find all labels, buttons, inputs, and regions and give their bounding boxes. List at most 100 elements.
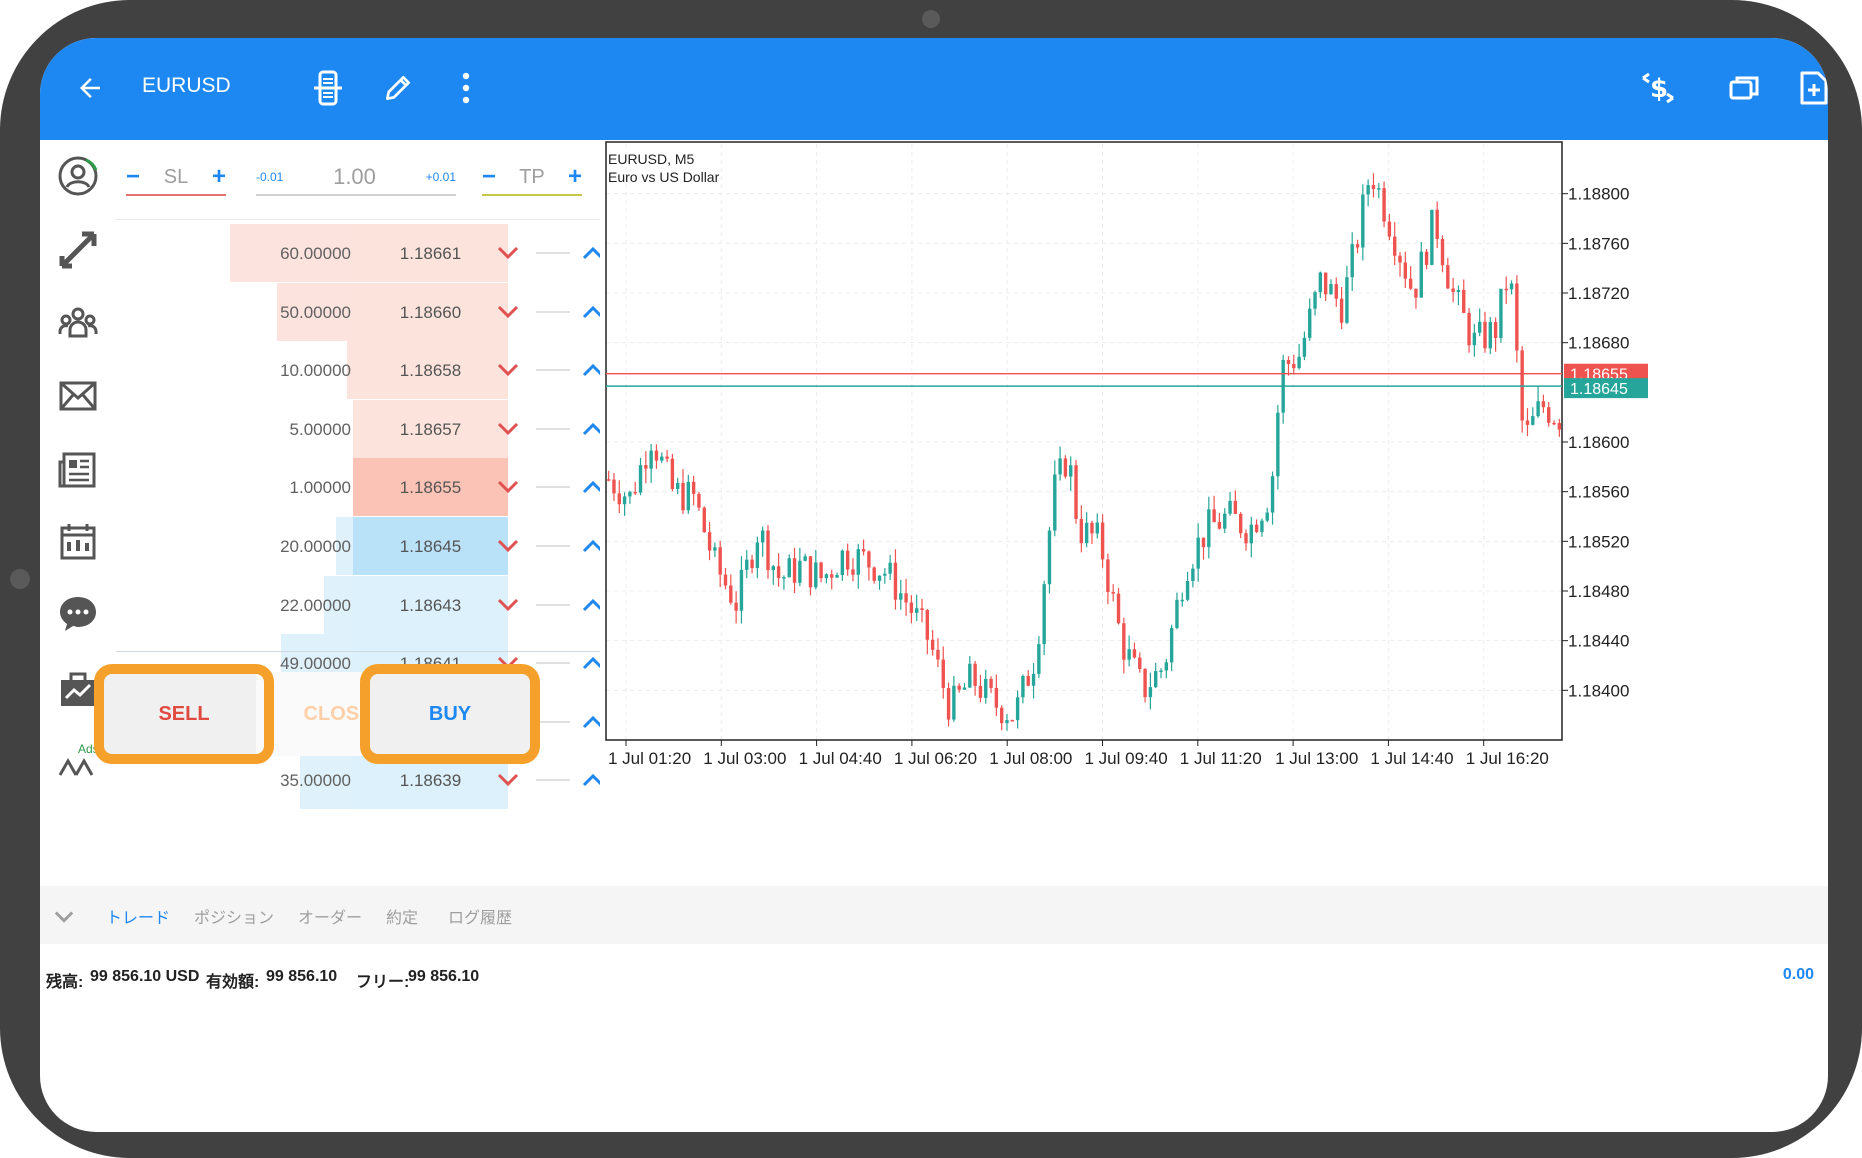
candle-body: [1430, 209, 1434, 265]
price-cell: 1.18655: [353, 458, 508, 517]
pencil-icon[interactable]: [370, 60, 426, 116]
bottom-tabs: トレード ポジション オーダー 約定 ログ履歴: [40, 886, 1828, 945]
candle-body: [1116, 593, 1121, 624]
sell-limit-chevron-icon[interactable]: [491, 295, 525, 329]
candle-body: [1525, 420, 1530, 425]
candle-body: [1541, 401, 1546, 408]
profit-value: 0.00: [1782, 966, 1814, 983]
sl-minus-button[interactable]: −: [126, 163, 140, 191]
candle-body: [1127, 649, 1131, 660]
trade-arrows-icon[interactable]: [48, 220, 108, 280]
new-document-icon[interactable]: [1786, 60, 1828, 116]
candle-body: [782, 577, 786, 579]
candle-body: [978, 685, 983, 698]
sl-plus-button[interactable]: +: [212, 163, 226, 191]
sell-limit-chevron-icon[interactable]: [491, 412, 525, 446]
volume-text: 1.00000: [289, 478, 351, 498]
candle-body: [1339, 298, 1344, 323]
candle-body: [1462, 289, 1466, 313]
candlestick-chart[interactable]: 1.18800 1.18760 1.18720 1.18680 1.18600 1.185…: [600, 140, 1828, 790]
candle-body: [681, 482, 685, 511]
candle-body: [1509, 283, 1514, 290]
price-cell: 1.18660: [353, 282, 508, 341]
volume-increase-button[interactable]: +0.01: [426, 170, 456, 184]
ask-row[interactable]: 1.18661 60.00000: [116, 224, 604, 282]
ask-row[interactable]: 1.18658 10.00000: [116, 341, 604, 400]
x-tick-label: 1 Jul 09:40: [1085, 749, 1168, 768]
candle-body: [994, 687, 999, 708]
ask-row[interactable]: 1.18655 1.00000: [116, 458, 604, 517]
sell-limit-chevron-icon[interactable]: [491, 588, 525, 622]
x-tick-label: 1 Jul 16:20: [1466, 749, 1549, 768]
account-icon[interactable]: [48, 146, 108, 206]
candle-body: [877, 575, 882, 581]
left-nav: Ads: [40, 140, 116, 886]
candle-body: [617, 493, 621, 505]
price-chart[interactable]: 1.18800 1.18760 1.18720 1.18680 1.18600 1.185…: [600, 140, 1828, 790]
price-text: 1.18645: [399, 537, 462, 556]
bid-row[interactable]: 1.18645 20.00000: [116, 517, 604, 575]
candle-body: [734, 602, 738, 611]
candle-body: [670, 458, 675, 489]
tp-plus-button[interactable]: +: [568, 163, 582, 191]
sell-limit-chevron-icon[interactable]: [491, 529, 525, 563]
price-text: 1.18643: [399, 595, 462, 615]
calendar-icon[interactable]: [48, 512, 108, 572]
sell-limit-chevron-icon[interactable]: [491, 470, 525, 504]
more-vertical-icon[interactable]: [438, 60, 494, 116]
sell-limit-chevron-icon[interactable]: [491, 763, 525, 797]
currency-exchange-icon[interactable]: $: [1630, 60, 1686, 116]
tp-minus-button[interactable]: −: [482, 163, 496, 191]
candle-body: [1552, 422, 1556, 425]
mail-icon[interactable]: [48, 366, 108, 426]
candle-body: [1053, 474, 1057, 531]
sl-label: SL: [163, 165, 189, 188]
volume-text: 10.00000: [280, 361, 351, 381]
volume-control: -0.01 1.00 +0.01: [256, 160, 456, 196]
chart-title: EURUSD, M5: [608, 151, 695, 167]
community-icon[interactable]: [48, 292, 108, 352]
candle-body: [1361, 194, 1365, 248]
ask-row[interactable]: 1.18660 50.00000: [116, 282, 604, 341]
candle-body: [1377, 188, 1381, 190]
bid-row[interactable]: 1.18643 22.00000: [116, 575, 604, 634]
candle-body: [1175, 599, 1179, 628]
free-margin-value: 99 856.10: [408, 968, 480, 985]
candle-body: [691, 481, 696, 494]
candle-body: [1026, 675, 1030, 686]
collapse-chevron-icon[interactable]: [50, 902, 78, 930]
candle-body: [1058, 458, 1062, 475]
bid-price-tag-label: 1.18645: [1570, 381, 1628, 398]
y-tick-label: 1.18400: [1568, 681, 1629, 700]
volume-input[interactable]: 1.00: [333, 164, 376, 190]
sell-limit-chevron-icon[interactable]: [491, 353, 525, 387]
candle-body: [1557, 423, 1562, 430]
candle-body: [702, 507, 706, 533]
tab-trade[interactable]: トレード: [106, 904, 170, 928]
candle-body: [798, 560, 802, 583]
window-switch-icon[interactable]: [1716, 60, 1772, 116]
tab-positions[interactable]: ポジション: [194, 904, 274, 928]
tab-orders[interactable]: オーダー: [298, 904, 362, 928]
row-dash: [536, 779, 570, 782]
volume-decrease-button[interactable]: -0.01: [256, 170, 283, 184]
tab-log-history[interactable]: ログ履歴: [448, 904, 512, 928]
candle-body: [936, 649, 940, 660]
candle-body: [1015, 697, 1020, 721]
volume-text: 35.00000: [280, 771, 351, 791]
chat-icon[interactable]: [48, 584, 108, 644]
side-button: [10, 569, 30, 589]
candle-body: [1021, 675, 1025, 698]
news-icon[interactable]: [48, 440, 108, 500]
depth-of-market-icon[interactable]: [300, 60, 356, 116]
ask-row[interactable]: 1.18657 5.00000: [116, 399, 604, 458]
sell-limit-chevron-icon[interactable]: [491, 236, 525, 270]
candle-body: [713, 547, 717, 551]
price-text: 1.18660: [399, 302, 462, 322]
back-arrow-icon[interactable]: [62, 60, 118, 116]
candle-body: [968, 663, 972, 688]
candle-body: [1047, 530, 1052, 585]
divider: [116, 219, 600, 220]
tab-deals[interactable]: 約定: [386, 904, 418, 928]
price-cell: 1.18661: [353, 224, 508, 282]
